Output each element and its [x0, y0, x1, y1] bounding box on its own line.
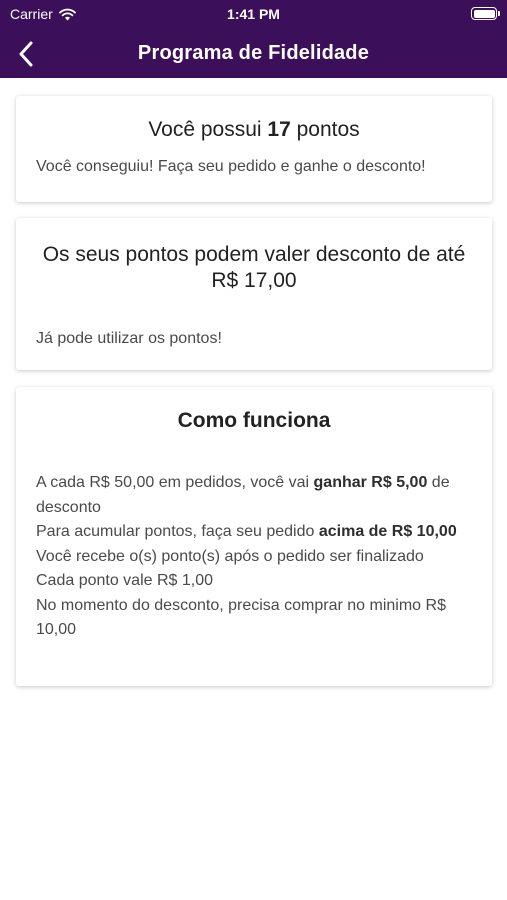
- battery-icon: [471, 7, 500, 20]
- item-emphasis: ganhar R$ 5,00: [313, 474, 428, 491]
- discount-heading: Os seus pontos podem valer desconto de a…: [42, 243, 466, 292]
- how-it-works-card: Como funciona A cada R$ 50,00 em pedidos…: [16, 387, 492, 686]
- points-card: Você possui 17 pontos Você conseguiu! Fa…: [16, 96, 492, 202]
- item-text: Para acumular pontos, faça seu pedido: [36, 523, 319, 540]
- points-heading: Você possui 17 pontos: [16, 118, 492, 142]
- list-item: Cada ponto vale R$ 1,00: [36, 569, 468, 594]
- discount-card: Os seus pontos podem valer desconto de a…: [16, 218, 492, 370]
- points-value: 17: [267, 118, 291, 141]
- points-message: Você conseguiu! Faça seu pedido e ganhe …: [36, 158, 426, 175]
- points-prefix: Você possui: [148, 118, 268, 141]
- item-text: Cada ponto vale R$ 1,00: [36, 572, 214, 589]
- page-title: Programa de Fidelidade: [137, 42, 370, 64]
- status-time: 1:41 PM: [227, 6, 280, 22]
- list-item: Para acumular pontos, faça seu pedido ac…: [36, 520, 468, 545]
- status-bar: Carrier 1:41 PM: [0, 0, 507, 30]
- navigation-bar: Programa de Fidelidade: [0, 30, 507, 78]
- list-item: Você recebe o(s) ponto(s) após o pedido …: [36, 545, 468, 570]
- how-it-works-list: A cada R$ 50,00 em pedidos, você vai gan…: [36, 471, 468, 643]
- list-item: No momento do desconto, precisa comprar …: [36, 594, 468, 643]
- list-item: A cada R$ 50,00 em pedidos, você vai gan…: [36, 471, 468, 520]
- item-emphasis: acima de R$ 10,00: [318, 523, 457, 540]
- battery-level-fill: [473, 9, 495, 18]
- how-it-works-title: Como funciona: [177, 409, 331, 432]
- item-text: No momento do desconto, precisa comprar …: [36, 596, 446, 639]
- points-suffix: pontos: [290, 118, 360, 141]
- item-text: A cada R$ 50,00 em pedidos, você vai: [36, 474, 314, 491]
- item-text: Você recebe o(s) ponto(s) após o pedido …: [36, 547, 424, 565]
- discount-message: Já pode utilizar os pontos!: [36, 330, 222, 347]
